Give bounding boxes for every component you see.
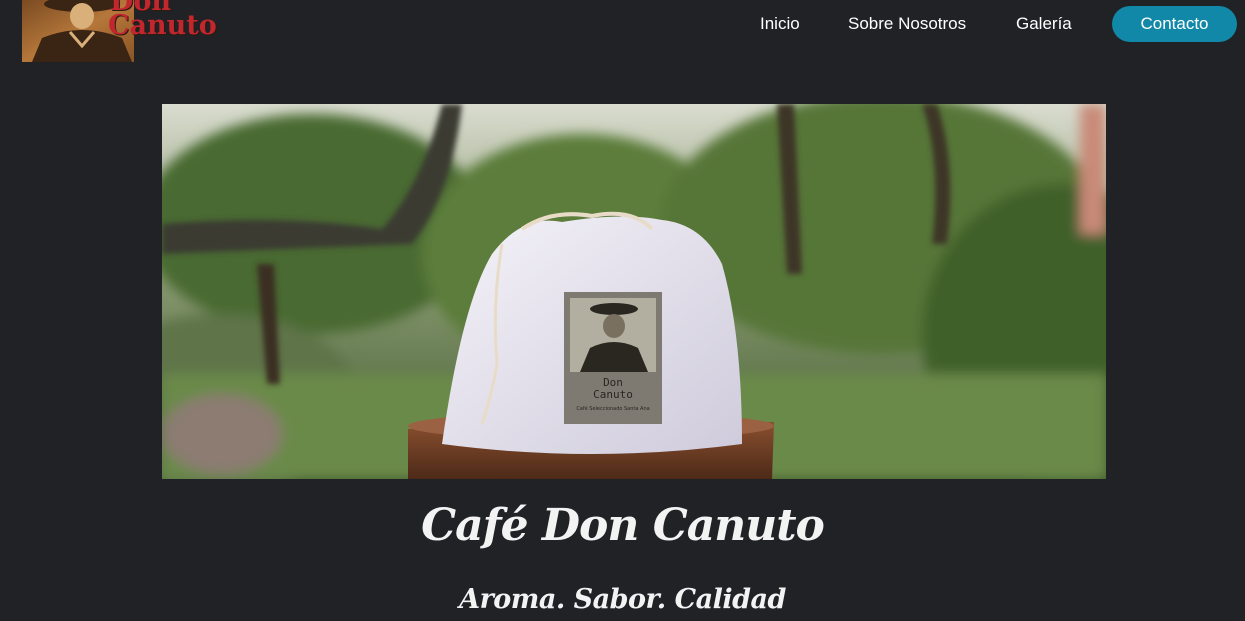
nav-link-galeria[interactable]: Galería — [1016, 12, 1072, 36]
bag-label-canuto: Canuto — [593, 388, 633, 401]
contact-button[interactable]: Contacto — [1112, 6, 1237, 42]
bag-label-small: Café Seleccionado Santa Ana — [576, 405, 649, 412]
top-navbar: Don Canuto Inicio Sobre Nosotros Galería… — [0, 0, 1245, 66]
logo-text-canuto: Canuto — [108, 10, 217, 41]
nav-link-sobre-nosotros[interactable]: Sobre Nosotros — [848, 12, 966, 36]
nav-link-inicio[interactable]: Inicio — [760, 12, 800, 36]
brand-logo[interactable]: Don Canuto — [22, 0, 222, 62]
page-subtitle: Aroma. Sabor. Calidad — [459, 584, 786, 615]
coffee-bag-photo: Don Canuto Café Seleccionado Santa Ana — [162, 104, 1106, 479]
hero-image: Don Canuto Café Seleccionado Santa Ana — [162, 104, 1106, 479]
page-title: Café Don Canuto — [421, 500, 825, 551]
